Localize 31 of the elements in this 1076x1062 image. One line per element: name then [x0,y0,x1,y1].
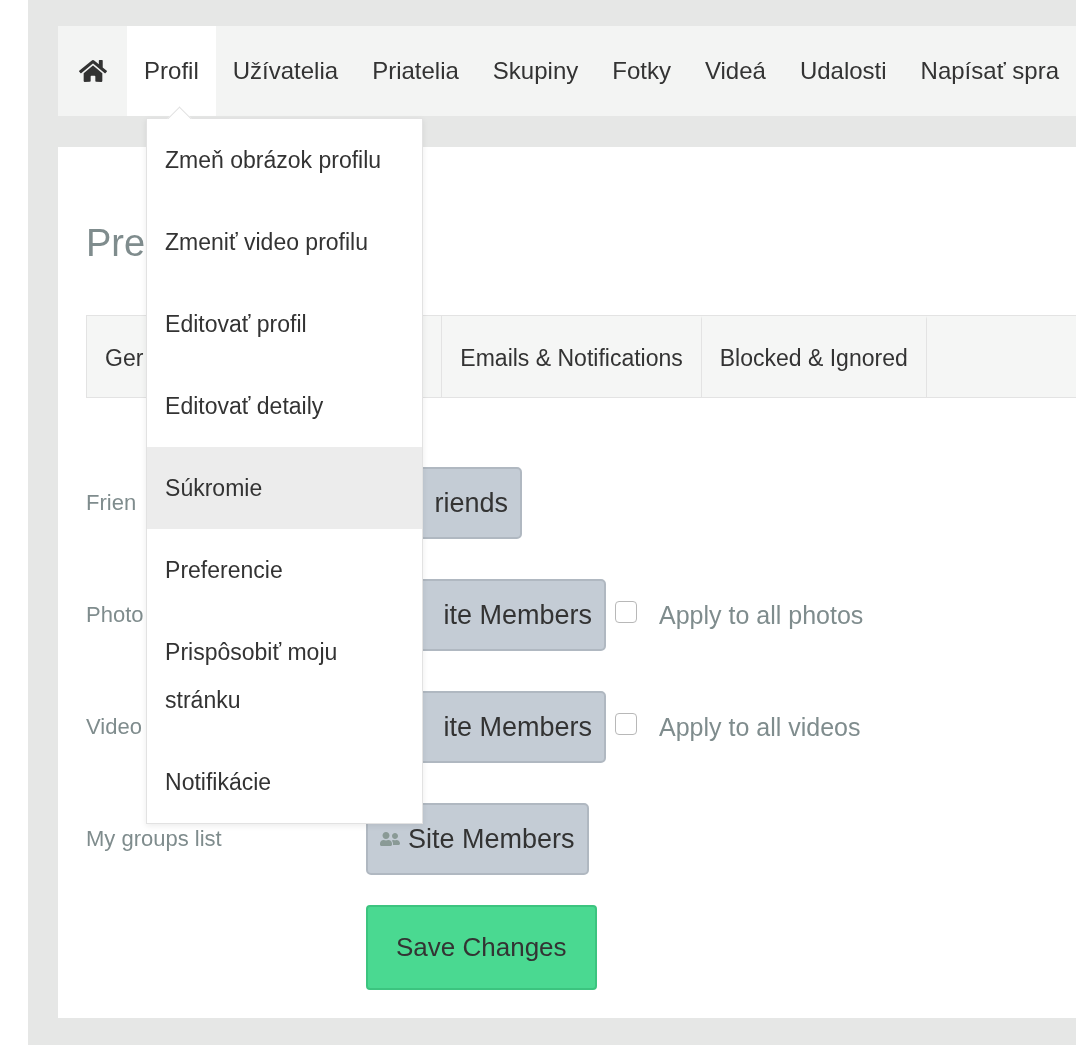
menu-item[interactable]: Notifikácie [147,741,423,823]
nav-link[interactable]: Profil [127,26,216,116]
menu-item[interactable]: Preferencie [147,529,423,611]
checkbox[interactable] [615,601,637,623]
page-heading: Pre [86,221,146,266]
save-button[interactable]: Save Changes [366,905,597,990]
menu-item[interactable]: Súkromie [147,447,423,529]
menu-item[interactable]: Zmeniť video profilu [147,201,423,283]
menu-item[interactable]: Prispôsobiť moju stránku [147,611,423,741]
menu-item[interactable]: Editovať detaily [147,365,423,447]
menu-item[interactable]: Zmeň obrázok profilu [147,119,423,201]
nav-link[interactable]: Udalosti [782,26,904,116]
tab[interactable]: Emails & Notifications [442,316,702,397]
menu-item[interactable]: Editovať profil [147,283,423,365]
privacy-button[interactable]: Site Members [366,803,589,875]
tab[interactable]: Blocked & Ignored [701,316,927,397]
field-label: Photo [86,602,144,628]
nav-link[interactable]: Užívatelia [215,26,356,116]
people-icon [380,829,400,849]
checkbox-label: Apply to all photos [659,600,864,630]
checkbox[interactable] [615,713,637,735]
nav-link[interactable]: Priatelia [355,26,476,116]
nav-link[interactable]: Napísať spra [903,26,1076,116]
tab[interactable]: Ger [87,316,163,397]
field-label: Frien [86,490,137,516]
field-label: Video [86,714,142,740]
nav-link[interactable]: Skupiny [475,26,596,116]
nav-link[interactable]: Videá [687,26,783,116]
checkbox-label: Apply to all videos [659,712,861,742]
nav-link[interactable]: Fotky [595,26,688,116]
field-label: My groups list [86,826,222,852]
